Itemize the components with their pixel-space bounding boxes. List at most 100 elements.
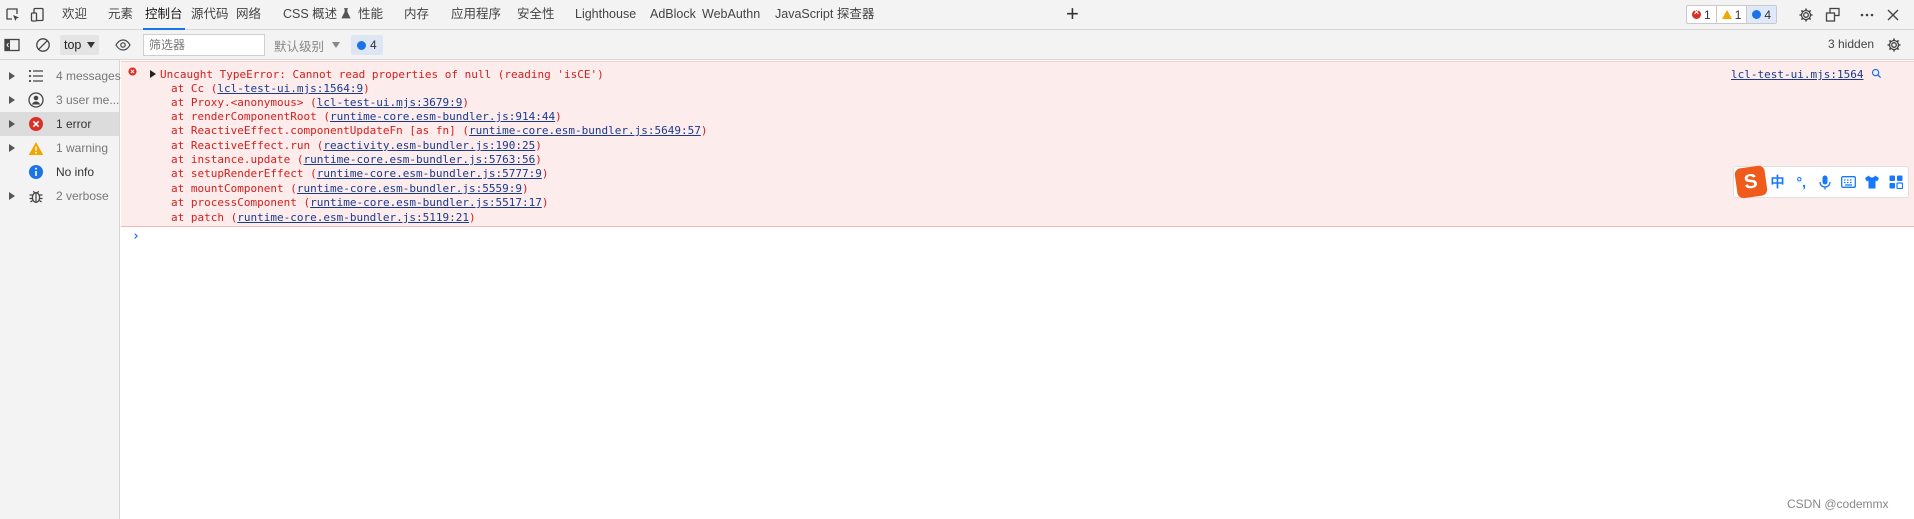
toggle-sidebar-icon[interactable]: [2, 35, 22, 55]
more-options-icon[interactable]: [1857, 5, 1877, 25]
stack-frame: at Proxy.<anonymous> (lcl-test-ui.mjs:36…: [171, 96, 470, 109]
list-icon: [28, 68, 44, 84]
stack-frame-link[interactable]: runtime-core.esm-bundler.js:5517:17: [310, 196, 542, 209]
console-prompt-chevron-icon[interactable]: ›: [132, 229, 140, 244]
sidebar-item-label: 3 user me...: [56, 93, 120, 107]
ime-toolbar: S 中 °,: [1733, 165, 1909, 199]
tab-security[interactable]: 安全性: [517, 0, 555, 30]
stack-frame-link[interactable]: runtime-core.esm-bundler.js:914:44: [330, 110, 555, 123]
stack-frame: at ReactiveEffect.componentUpdateFn [as …: [171, 124, 708, 137]
stack-frame-link[interactable]: runtime-core.esm-bundler.js:5763:56: [303, 153, 535, 166]
live-expression-eye-icon[interactable]: [113, 35, 133, 55]
inspect-element-icon[interactable]: [3, 5, 23, 25]
log-levels-dropdown[interactable]: 默认级别: [274, 35, 341, 55]
tab-lighthouse[interactable]: Lighthouse: [575, 0, 636, 30]
stack-frame-link[interactable]: reactivity.esm-bundler.js:190:25: [323, 139, 535, 152]
close-icon[interactable]: [1883, 5, 1903, 25]
sidebar-item-messages[interactable]: 4 messages: [0, 64, 121, 88]
tab-console[interactable]: 控制台: [143, 0, 185, 30]
watermark-text: CSDN @codemmx: [1787, 497, 1889, 511]
tab-network[interactable]: 网络: [236, 0, 261, 30]
issues-count: 4: [370, 38, 377, 52]
dock-side-icon[interactable]: [1823, 5, 1843, 25]
tab-elements[interactable]: 元素: [108, 0, 133, 30]
stack-frame-link[interactable]: lcl-test-ui.mjs:3679:9: [317, 96, 463, 109]
filter-input[interactable]: [143, 34, 265, 56]
warning-icon: [1721, 10, 1732, 19]
stack-frame-link[interactable]: runtime-core.esm-bundler.js:5119:21: [237, 211, 469, 224]
sidebar-item-label: 1 error: [56, 117, 92, 131]
error-count: 1: [1687, 6, 1716, 23]
message-icon: [1752, 10, 1762, 19]
sidebar-item-label: 1 warning: [56, 141, 109, 155]
expand-arrow-icon[interactable]: [9, 144, 15, 152]
sidebar-item-warnings[interactable]: 1 warning: [0, 136, 119, 160]
hidden-messages-count: 3 hidden: [1828, 37, 1875, 51]
toolbox-grid-icon[interactable]: [1884, 170, 1908, 194]
tab-sources[interactable]: 源代码: [191, 0, 229, 30]
sidebar-item-verbose[interactable]: 2 verbose: [0, 184, 119, 208]
issue-counts-button[interactable]: 1 1 4: [1686, 5, 1778, 24]
tab-performance[interactable]: 性能: [358, 0, 383, 30]
tab-memory[interactable]: 内存: [404, 0, 429, 30]
warning-icon: [28, 140, 44, 156]
error-icon: [28, 116, 44, 132]
expand-arrow-icon[interactable]: [9, 72, 15, 80]
issue-message-icon: [357, 40, 366, 50]
skin-shirt-icon[interactable]: [1861, 170, 1885, 194]
stack-frame-link[interactable]: runtime-core.esm-bundler.js:5777:9: [317, 167, 542, 180]
stack-frame: at mountComponent (runtime-core.esm-bund…: [171, 182, 529, 195]
error-icon: [128, 65, 137, 76]
expand-arrow-icon[interactable]: [9, 192, 15, 200]
stack-frame: at instance.update (runtime-core.esm-bun…: [171, 153, 542, 166]
flask-icon: [341, 8, 351, 19]
microphone-icon[interactable]: [1813, 170, 1837, 194]
ime-chinese-mode-button[interactable]: 中: [1766, 170, 1790, 194]
sidebar-item-label: 4 messages: [56, 69, 121, 83]
error-source-link[interactable]: lcl-test-ui.mjs:1564: [1731, 68, 1863, 81]
sidebar-item-errors[interactable]: 1 error: [0, 112, 119, 136]
add-tab-icon[interactable]: +: [1066, 2, 1079, 26]
stack-frame: at Cc (lcl-test-ui.mjs:1564:9): [171, 82, 370, 95]
bug-icon: [28, 188, 44, 204]
console-toolbar: top 默认级别 4 3 hidden: [0, 30, 1914, 60]
console-settings-gear-icon[interactable]: [1884, 35, 1904, 55]
error-icon: [1692, 7, 1701, 19]
issues-button[interactable]: 4: [351, 35, 383, 55]
sidebar-item-user-messages[interactable]: 3 user me...: [0, 88, 119, 112]
stack-frame: at processComponent (runtime-core.esm-bu…: [171, 196, 549, 209]
chevron-down-icon: [332, 42, 341, 48]
warning-count: 1: [1715, 6, 1747, 23]
info-icon: [28, 164, 44, 180]
context-selector[interactable]: top: [60, 35, 100, 55]
tab-adblock[interactable]: AdBlock: [650, 0, 696, 30]
stack-frame: at patch (runtime-core.esm-bundler.js:51…: [171, 211, 476, 224]
tab-css-overview[interactable]: CSS 概述: [283, 0, 351, 30]
keyboard-icon[interactable]: [1837, 170, 1861, 194]
console-sidebar: 4 messages 3 user me... 1 error 1 warnin…: [0, 60, 121, 519]
search-icon[interactable]: [1871, 68, 1883, 80]
stack-frame: at ReactiveEffect.run (reactivity.esm-bu…: [171, 139, 542, 152]
stack-frame: at setupRenderEffect (runtime-core.esm-b…: [171, 167, 549, 180]
message-count: 4: [1746, 6, 1777, 23]
chevron-down-icon: [87, 42, 96, 48]
clear-console-icon[interactable]: [33, 35, 53, 55]
stack-frame-link[interactable]: lcl-test-ui.mjs:1564:9: [217, 82, 363, 95]
sidebar-item-info[interactable]: No info: [0, 160, 119, 184]
tab-welcome[interactable]: 欢迎: [62, 0, 87, 30]
stack-frame-link[interactable]: runtime-core.esm-bundler.js:5559:9: [297, 182, 522, 195]
sogou-logo-icon[interactable]: S: [1734, 165, 1768, 199]
ime-punctuation-button[interactable]: °,: [1789, 170, 1813, 194]
tab-application[interactable]: 应用程序: [451, 0, 501, 30]
expand-arrow-icon[interactable]: [9, 96, 15, 104]
expand-stack-trace-icon[interactable]: [150, 70, 156, 78]
error-message-text: Uncaught TypeError: Cannot read properti…: [160, 68, 604, 81]
settings-gear-icon[interactable]: [1796, 5, 1816, 25]
expand-arrow-icon[interactable]: [9, 120, 15, 128]
tab-webauthn[interactable]: WebAuthn: [702, 0, 760, 30]
stack-frame-link[interactable]: runtime-core.esm-bundler.js:5649:57: [469, 124, 701, 137]
stack-frame: at renderComponentRoot (runtime-core.esm…: [171, 110, 562, 123]
context-value: top: [64, 38, 82, 52]
device-emulation-icon[interactable]: [28, 5, 48, 25]
tab-javascript-profiler[interactable]: JavaScript 探查器: [775, 0, 874, 30]
